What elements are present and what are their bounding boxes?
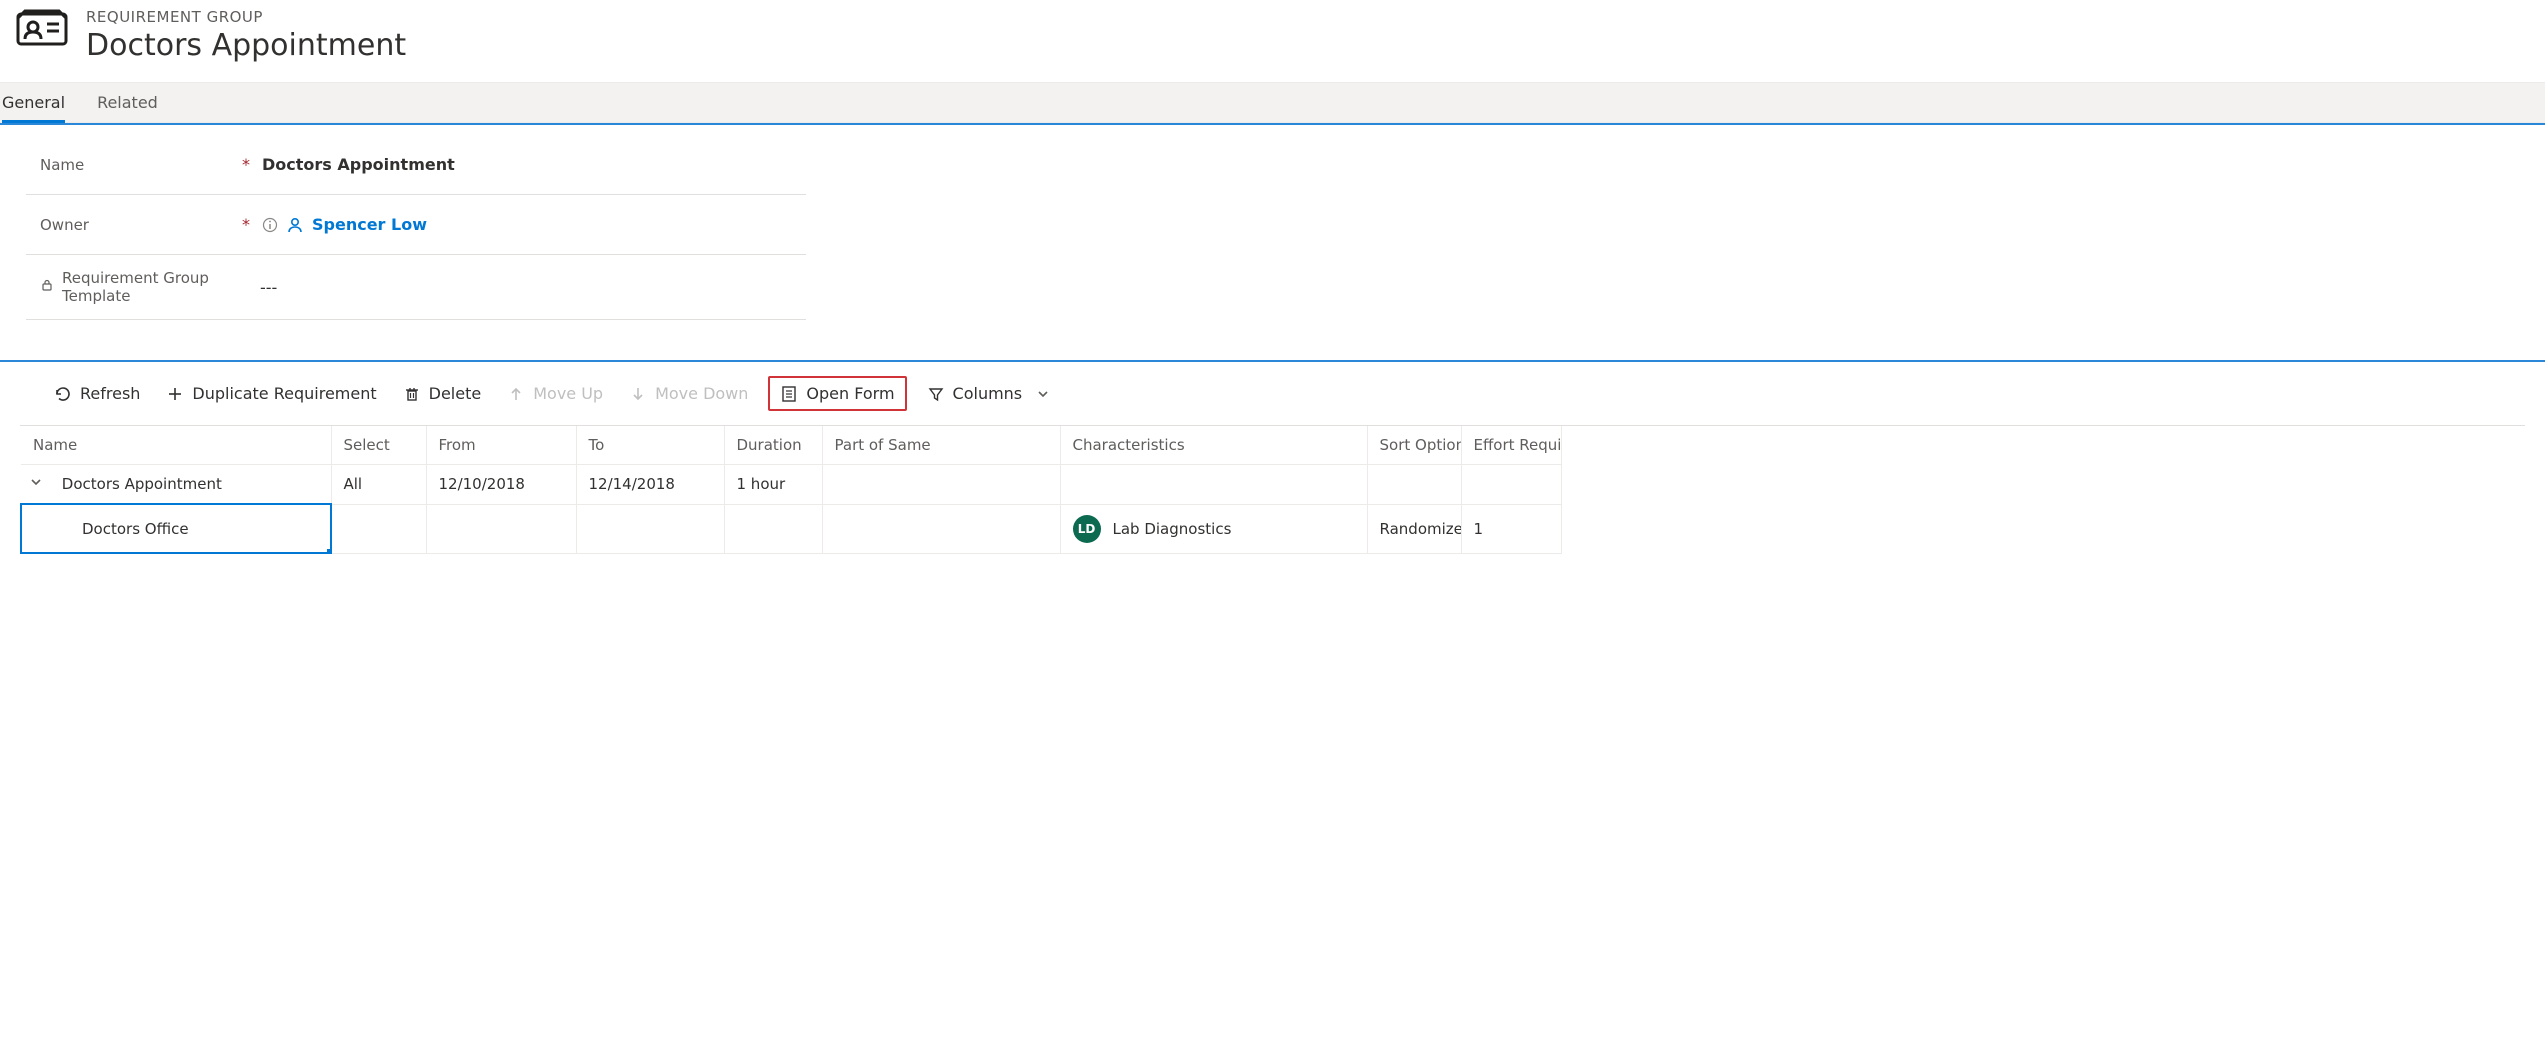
columns-button[interactable]: Columns <box>921 380 1057 407</box>
grid-row-child[interactable]: Doctors Office LD Lab Diagnostics Random… <box>21 504 1561 553</box>
move-up-label: Move Up <box>533 384 603 403</box>
arrow-up-icon <box>507 385 525 403</box>
tab-general[interactable]: General <box>2 83 65 122</box>
field-owner-value[interactable]: Spencer Low <box>262 209 806 240</box>
subgrid-section: Refresh Duplicate Requirement Delete Mov… <box>0 360 2545 594</box>
columns-label: Columns <box>953 384 1023 403</box>
delete-label: Delete <box>429 384 482 403</box>
cell-to: 12/14/2018 <box>576 465 724 505</box>
cell-select <box>331 504 426 553</box>
open-form-label: Open Form <box>806 384 894 403</box>
duplicate-label: Duplicate Requirement <box>192 384 376 403</box>
owner-link[interactable]: Spencer Low <box>312 215 427 234</box>
col-part-of-same[interactable]: Part of Same <box>822 426 1060 465</box>
lock-icon <box>40 278 54 296</box>
move-up-button: Move Up <box>501 380 609 407</box>
col-to[interactable]: To <box>576 426 724 465</box>
cell-to <box>576 504 724 553</box>
cell-part <box>822 465 1060 505</box>
requirements-grid: Name Select From To Duration Part of Sam… <box>20 425 2525 554</box>
cell-duration <box>724 504 822 553</box>
move-down-label: Move Down <box>655 384 748 403</box>
refresh-icon <box>54 385 72 403</box>
tab-related[interactable]: Related <box>97 83 158 122</box>
label-name: Name <box>40 156 84 174</box>
subgrid-toolbar: Refresh Duplicate Requirement Delete Mov… <box>0 362 2545 425</box>
field-owner-row: Owner * Spencer Low <box>26 195 806 255</box>
person-icon <box>286 216 304 234</box>
col-characteristics[interactable]: Characteristics <box>1060 426 1367 465</box>
requirement-group-icon <box>14 8 70 50</box>
col-from[interactable]: From <box>426 426 576 465</box>
header-eyebrow: REQUIREMENT GROUP <box>86 8 406 26</box>
duplicate-button[interactable]: Duplicate Requirement <box>160 380 382 407</box>
cell-select: All <box>331 465 426 505</box>
field-template-row: Requirement Group Template --- <box>26 255 806 320</box>
cell-sort: Randomize <box>1367 504 1461 553</box>
move-down-button: Move Down <box>623 380 754 407</box>
required-indicator: * <box>242 155 256 174</box>
delete-button[interactable]: Delete <box>397 380 488 407</box>
required-indicator: * <box>242 215 256 234</box>
chevron-down-icon <box>1036 387 1050 401</box>
form-icon <box>780 385 798 403</box>
cell-char <box>1060 465 1367 505</box>
field-name-value[interactable]: Doctors Appointment <box>262 149 806 180</box>
cell-effort <box>1461 465 1561 505</box>
cell-name: Doctors Appointment <box>62 475 222 493</box>
field-name-row: Name * Doctors Appointment <box>26 135 806 195</box>
page-title: Doctors Appointment <box>86 28 406 64</box>
open-form-button[interactable]: Open Form <box>768 376 906 411</box>
grid-header-row: Name Select From To Duration Part of Sam… <box>21 426 1561 465</box>
cell-duration: 1 hour <box>724 465 822 505</box>
tabs-bar: General Related <box>0 82 2545 123</box>
col-duration[interactable]: Duration <box>724 426 822 465</box>
col-sort-option[interactable]: Sort Option <box>1367 426 1461 465</box>
general-section: Name * Doctors Appointment Owner * Spenc… <box>0 123 2545 342</box>
cell-name: Doctors Office <box>82 520 189 538</box>
plus-icon <box>166 385 184 403</box>
col-select[interactable]: Select <box>331 426 426 465</box>
cell-char: LD Lab Diagnostics <box>1060 504 1367 553</box>
refresh-label: Refresh <box>80 384 140 403</box>
refresh-button[interactable]: Refresh <box>48 380 146 407</box>
arrow-down-icon <box>629 385 647 403</box>
info-icon <box>262 217 278 233</box>
avatar: LD <box>1073 515 1101 543</box>
grid-row-parent[interactable]: Doctors Appointment All 12/10/2018 12/14… <box>21 465 1561 505</box>
cell-from: 12/10/2018 <box>426 465 576 505</box>
char-text: Lab Diagnostics <box>1113 520 1232 538</box>
trash-icon <box>403 385 421 403</box>
label-owner: Owner <box>40 216 89 234</box>
field-template-value: --- <box>260 272 806 303</box>
col-name[interactable]: Name <box>21 426 331 465</box>
label-template: Requirement Group Template <box>62 269 236 305</box>
cell-sort <box>1367 465 1461 505</box>
expand-icon[interactable] <box>29 475 43 489</box>
cell-effort: 1 <box>1461 504 1561 553</box>
cell-from <box>426 504 576 553</box>
filter-icon <box>927 385 945 403</box>
page-header: REQUIREMENT GROUP Doctors Appointment <box>0 0 2545 82</box>
col-effort-required[interactable]: Effort Require <box>1461 426 1561 465</box>
cell-part <box>822 504 1060 553</box>
